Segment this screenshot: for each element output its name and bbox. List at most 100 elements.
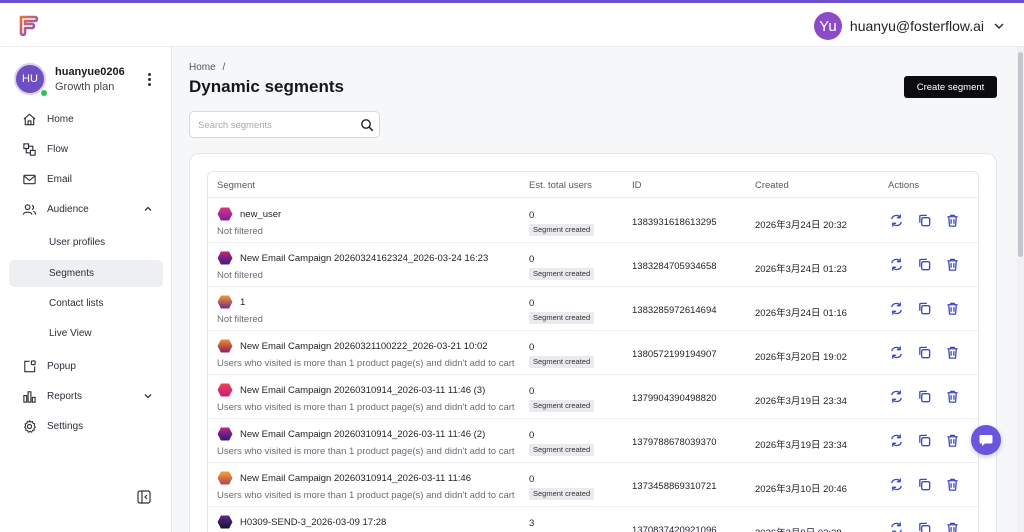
user-avatar: Yu xyxy=(813,12,842,40)
segment-filter: Not filtered xyxy=(217,270,263,281)
user-menu[interactable]: Yu huanyu@fosterflow.ai xyxy=(813,11,1006,41)
segment-hexagon-icon xyxy=(217,383,233,397)
flow-icon xyxy=(21,142,37,158)
reports-icon xyxy=(21,389,37,405)
users-count: 0 xyxy=(529,386,535,397)
segments-table: Segment Est. total users ID Created Acti… xyxy=(207,171,979,532)
settings-icon xyxy=(21,419,37,435)
sidebar-item-flow[interactable]: Flow xyxy=(9,136,163,163)
home-icon xyxy=(21,112,37,128)
copy-icon[interactable] xyxy=(917,389,932,404)
search-input[interactable] xyxy=(198,117,348,133)
delete-icon[interactable] xyxy=(945,433,960,448)
segment-created: 2026年3月24日 01:16 xyxy=(755,308,847,319)
table-row[interactable]: H0309-SEND-3_2026-03-09 17:283Segment cr… xyxy=(208,507,978,532)
segment-created: 2026年3月24日 20:32 xyxy=(755,220,847,231)
segment-name[interactable]: new_user xyxy=(240,209,281,220)
segment-filter: Not filtered xyxy=(217,314,263,325)
refresh-icon[interactable] xyxy=(889,389,904,404)
status-badge: Segment created xyxy=(529,356,595,368)
copy-icon[interactable] xyxy=(917,257,932,272)
table-row[interactable]: new_user Not filtered 0 Segment created 1383… xyxy=(208,199,978,243)
breadcrumb-home[interactable]: Home xyxy=(189,62,216,73)
refresh-icon[interactable] xyxy=(889,477,904,492)
copy-icon[interactable] xyxy=(917,477,932,492)
status-badge: Segment created xyxy=(529,400,595,412)
refresh-icon[interactable] xyxy=(889,433,904,448)
segment-id: 1379788678039370 xyxy=(632,437,717,448)
main-content: Home / Dynamic segments Create segment S… xyxy=(173,47,1024,532)
refresh-icon[interactable] xyxy=(889,257,904,272)
sidebar-item-label: Email xyxy=(47,174,73,185)
audience-icon xyxy=(21,202,37,218)
sidebar-sub-label: Segments xyxy=(49,268,95,279)
table-row[interactable]: 1 Not filtered 0 Segment created 13832859726… xyxy=(208,287,978,331)
sidebar-sub-segments[interactable]: Segments xyxy=(9,260,163,287)
segment-hexagon-icon xyxy=(217,207,233,221)
refresh-icon[interactable] xyxy=(889,345,904,360)
delete-icon[interactable] xyxy=(945,301,960,316)
sidebar-sub-contact-lists[interactable]: Contact lists xyxy=(9,290,163,317)
segment-id: 1379904390498820 xyxy=(632,393,717,404)
delete-icon[interactable] xyxy=(945,477,960,492)
sidebar-item-reports[interactable]: Reports xyxy=(9,383,163,410)
search-icon[interactable] xyxy=(360,118,374,132)
scrollbar-thumb[interactable] xyxy=(1018,52,1023,257)
segment-filter: Not filtered xyxy=(217,226,263,237)
users-count: 0 xyxy=(529,210,535,221)
user-email: huanyu@fosterflow.ai xyxy=(849,18,984,34)
sidebar-item-settings[interactable]: Settings xyxy=(9,413,163,440)
refresh-icon[interactable] xyxy=(889,521,904,532)
segment-id: 1373458869310721 xyxy=(632,481,717,492)
copy-icon[interactable] xyxy=(917,521,932,532)
sidebar: HU huanyue0206 Growth plan Home Flow Ema… xyxy=(0,47,172,532)
sidebar-item-audience[interactable]: Audience xyxy=(9,196,163,223)
table-row[interactable]: New Email Campaign 20260310914_2026-03-1… xyxy=(208,419,978,463)
segment-name[interactable]: New Email Campaign 20260310914_2026-03-1… xyxy=(240,429,485,440)
collapse-sidebar-icon[interactable] xyxy=(137,490,151,504)
refresh-icon[interactable] xyxy=(889,213,904,228)
table-row[interactable]: New Email Campaign 20260310914_2026-03-1… xyxy=(208,375,978,419)
delete-icon[interactable] xyxy=(945,389,960,404)
sidebar-item-email[interactable]: Email xyxy=(9,166,163,193)
chat-button[interactable] xyxy=(971,425,1001,455)
segment-created: 2026年3月20日 19:02 xyxy=(755,352,847,363)
segment-filter: Users who visited is more than 1 product… xyxy=(217,446,515,457)
header-users: Est. total users xyxy=(529,180,592,191)
create-segment-button[interactable]: Create segment xyxy=(904,76,997,98)
segment-name[interactable]: New Email Campaign 20260321100222_2026-0… xyxy=(240,341,488,352)
sidebar-item-home[interactable]: Home xyxy=(9,106,163,133)
segment-name[interactable]: New Email Campaign 20260310914_2026-03-1… xyxy=(240,385,485,396)
sidebar-sub-user-profiles[interactable]: User profiles xyxy=(9,229,163,256)
sidebar-item-label: Flow xyxy=(47,144,69,155)
delete-icon[interactable] xyxy=(945,345,960,360)
segment-name[interactable]: H0309-SEND-3_2026-03-09 17:28 xyxy=(240,517,386,528)
copy-icon[interactable] xyxy=(917,213,932,228)
segment-hexagon-icon xyxy=(217,339,233,353)
copy-icon[interactable] xyxy=(917,301,932,316)
sidebar-sub-live-view[interactable]: Live View xyxy=(9,320,163,347)
delete-icon[interactable] xyxy=(945,257,960,272)
delete-icon[interactable] xyxy=(945,213,960,228)
account-switcher[interactable]: HU huanyue0206 Growth plan xyxy=(14,63,164,97)
users-count: 0 xyxy=(529,474,535,485)
table-row[interactable]: New Email Campaign 20260310914_2026-03-1… xyxy=(208,463,978,507)
table-row[interactable]: New Email Campaign 20260324162324_2026-0… xyxy=(208,243,978,287)
more-options-icon[interactable] xyxy=(142,69,156,89)
copy-icon[interactable] xyxy=(917,433,932,448)
segments-card: Segment Est. total users ID Created Acti… xyxy=(189,153,997,532)
segment-filter: Users who visited is more than 1 product… xyxy=(217,490,515,501)
account-plan: Growth plan xyxy=(55,81,115,93)
segment-name[interactable]: New Email Campaign 20260310914_2026-03-1… xyxy=(240,473,471,484)
segment-name[interactable]: New Email Campaign 20260324162324_2026-0… xyxy=(240,253,488,264)
refresh-icon[interactable] xyxy=(889,301,904,316)
copy-icon[interactable] xyxy=(917,345,932,360)
table-row[interactable]: New Email Campaign 20260321100222_2026-0… xyxy=(208,331,978,375)
header-id: ID xyxy=(632,180,642,191)
segment-id: 1380572199194907 xyxy=(632,349,717,360)
page-title: Dynamic segments xyxy=(189,77,344,96)
fosterflow-logo-icon[interactable] xyxy=(17,14,39,36)
segment-name[interactable]: 1 xyxy=(240,297,245,308)
sidebar-item-popup[interactable]: Popup xyxy=(9,353,163,380)
delete-icon[interactable] xyxy=(945,521,960,532)
